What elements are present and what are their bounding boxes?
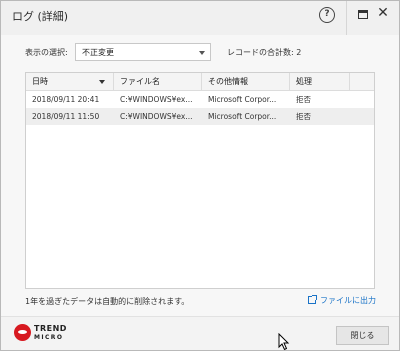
export-to-file-link[interactable]: ファイルに出力 (308, 295, 376, 306)
chevron-down-icon (199, 51, 205, 55)
column-header-label: 日時 (32, 77, 48, 86)
help-icon[interactable]: ? (319, 7, 335, 23)
cell-filename: C:¥WINDOWS¥ex... (120, 112, 193, 121)
column-header-label: その他情報 (208, 77, 248, 86)
title-bar-divider (346, 1, 347, 35)
table-row[interactable]: 2018/09/11 20:41 C:¥WINDOWS¥ex... Micros… (26, 91, 374, 108)
column-header-action[interactable]: 処理 (290, 73, 350, 90)
filter-selected-value: 不正変更 (82, 48, 114, 57)
filter-dropdown[interactable]: 不正変更 (75, 43, 211, 61)
cell-info: Microsoft Corpor... (208, 95, 277, 104)
external-link-icon (308, 295, 317, 304)
column-header-label: 処理 (296, 77, 312, 86)
cell-action: 拒否 (296, 112, 311, 121)
maximize-icon[interactable] (358, 10, 368, 19)
table-row[interactable]: 2018/09/11 11:50 C:¥WINDOWS¥ex... Micros… (26, 108, 374, 125)
logo-text-line1: TREND (34, 324, 67, 333)
column-header-filename[interactable]: ファイル名 (114, 73, 202, 90)
logo-text-line2: MICRO (34, 334, 64, 341)
cell-filename: C:¥WINDOWS¥ex... (120, 95, 193, 104)
filter-label: 表示の選択: (25, 48, 68, 57)
export-label: ファイルに出力 (320, 296, 376, 305)
retention-note: 1年を過ぎたデータは自動的に削除されます。 (25, 297, 190, 306)
trend-micro-logo-icon (14, 324, 31, 341)
title-bar[interactable]: ログ (詳細) ? ✕ (1, 1, 399, 35)
close-icon[interactable]: ✕ (375, 5, 391, 21)
record-count: レコードの合計数: 2 (227, 48, 302, 57)
column-header-info[interactable]: その他情報 (202, 73, 290, 90)
column-header-datetime[interactable]: 日時 (26, 73, 114, 90)
column-header-label: ファイル名 (120, 77, 160, 86)
cell-info: Microsoft Corpor... (208, 112, 277, 121)
cell-datetime: 2018/09/11 11:50 (32, 112, 100, 121)
trend-micro-logo: TREND MICRO (14, 323, 74, 345)
cell-datetime: 2018/09/11 20:41 (32, 95, 100, 104)
sort-down-icon (99, 80, 105, 84)
close-button[interactable]: 閉じる (336, 326, 389, 345)
window-title: ログ (詳細) (12, 10, 69, 23)
table-header: 日時 ファイル名 その他情報 処理 (26, 73, 374, 91)
log-detail-window: ログ (詳細) ? ✕ 表示の選択: 不正変更 レコードの合計数: 2 日時 フ… (0, 0, 400, 351)
mouse-cursor-icon (278, 333, 290, 351)
log-table: 日時 ファイル名 その他情報 処理 2018/09/11 20:41 C:¥WI… (25, 72, 375, 289)
cell-action: 拒否 (296, 95, 311, 104)
